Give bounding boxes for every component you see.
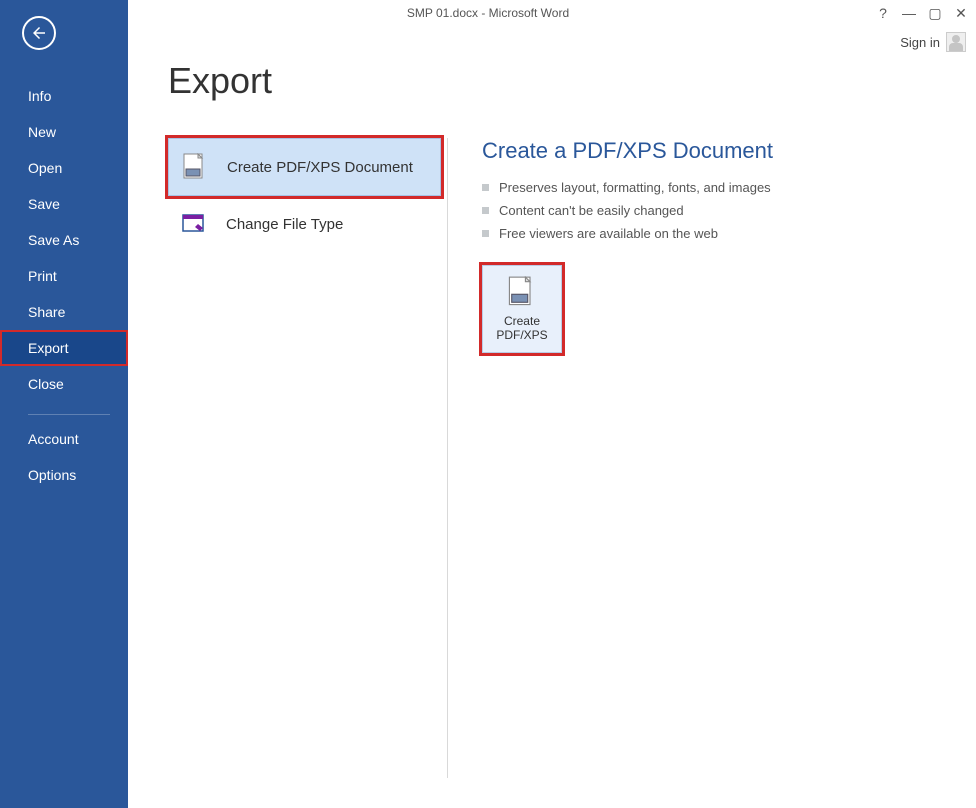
- export-option-change-file-type[interactable]: Change File Type: [168, 196, 441, 252]
- page-title: Export: [168, 60, 976, 102]
- create-pdf-xps-label: Create PDF/XPS: [496, 314, 547, 343]
- sidebar-item-open[interactable]: Open: [0, 150, 128, 186]
- export-detail-panel: Create a PDF/XPS Document Preserves layo…: [448, 138, 976, 353]
- pdf-document-icon: [508, 276, 536, 308]
- back-button[interactable]: [22, 16, 56, 50]
- sidebar-item-print[interactable]: Print: [0, 258, 128, 294]
- sidebar-item-share[interactable]: Share: [0, 294, 128, 330]
- detail-bullet-list: Preserves layout, formatting, fonts, and…: [482, 176, 976, 245]
- back-arrow-icon: [30, 24, 48, 42]
- pdf-document-icon: [181, 153, 209, 181]
- sidebar-item-save-as[interactable]: Save As: [0, 222, 128, 258]
- sidebar-item-info[interactable]: Info: [0, 78, 128, 114]
- export-option-list: Create PDF/XPS Document Change File Type: [168, 138, 448, 778]
- sidebar-item-account[interactable]: Account: [0, 421, 128, 457]
- sidebar-item-save[interactable]: Save: [0, 186, 128, 222]
- export-option-label: Change File Type: [226, 216, 343, 233]
- detail-title: Create a PDF/XPS Document: [482, 138, 976, 164]
- sidebar-item-new[interactable]: New: [0, 114, 128, 150]
- detail-bullet: Content can't be easily changed: [482, 199, 976, 222]
- export-option-label: Create PDF/XPS Document: [227, 159, 413, 176]
- change-file-type-icon: [180, 210, 208, 238]
- sidebar-item-options[interactable]: Options: [0, 457, 128, 493]
- backstage-sidebar: Info New Open Save Save As Print Share E…: [0, 0, 128, 808]
- sidebar-item-export[interactable]: Export: [0, 330, 128, 366]
- main-content: Export Create PDF/XPS Document: [128, 0, 976, 808]
- create-pdf-xps-button[interactable]: Create PDF/XPS: [482, 265, 562, 353]
- export-option-create-pdf-xps[interactable]: Create PDF/XPS Document: [168, 138, 441, 196]
- detail-bullet: Preserves layout, formatting, fonts, and…: [482, 176, 976, 199]
- sidebar-separator: [28, 414, 110, 415]
- sidebar-item-close[interactable]: Close: [0, 366, 128, 402]
- detail-bullet: Free viewers are available on the web: [482, 222, 976, 245]
